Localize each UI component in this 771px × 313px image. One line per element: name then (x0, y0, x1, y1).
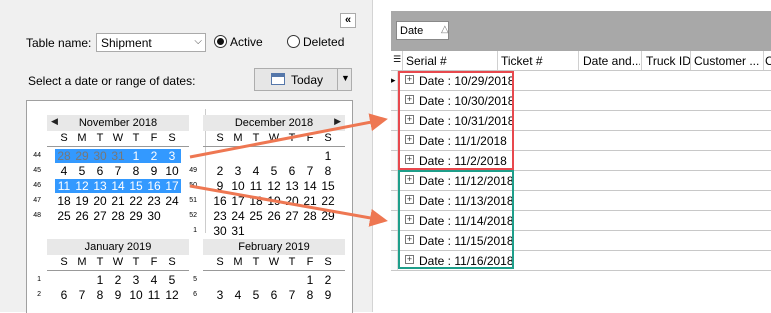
annotation-arrows (189, 113, 388, 227)
arrow-to-second-range (189, 184, 388, 227)
arrow-to-first-range (189, 113, 388, 159)
